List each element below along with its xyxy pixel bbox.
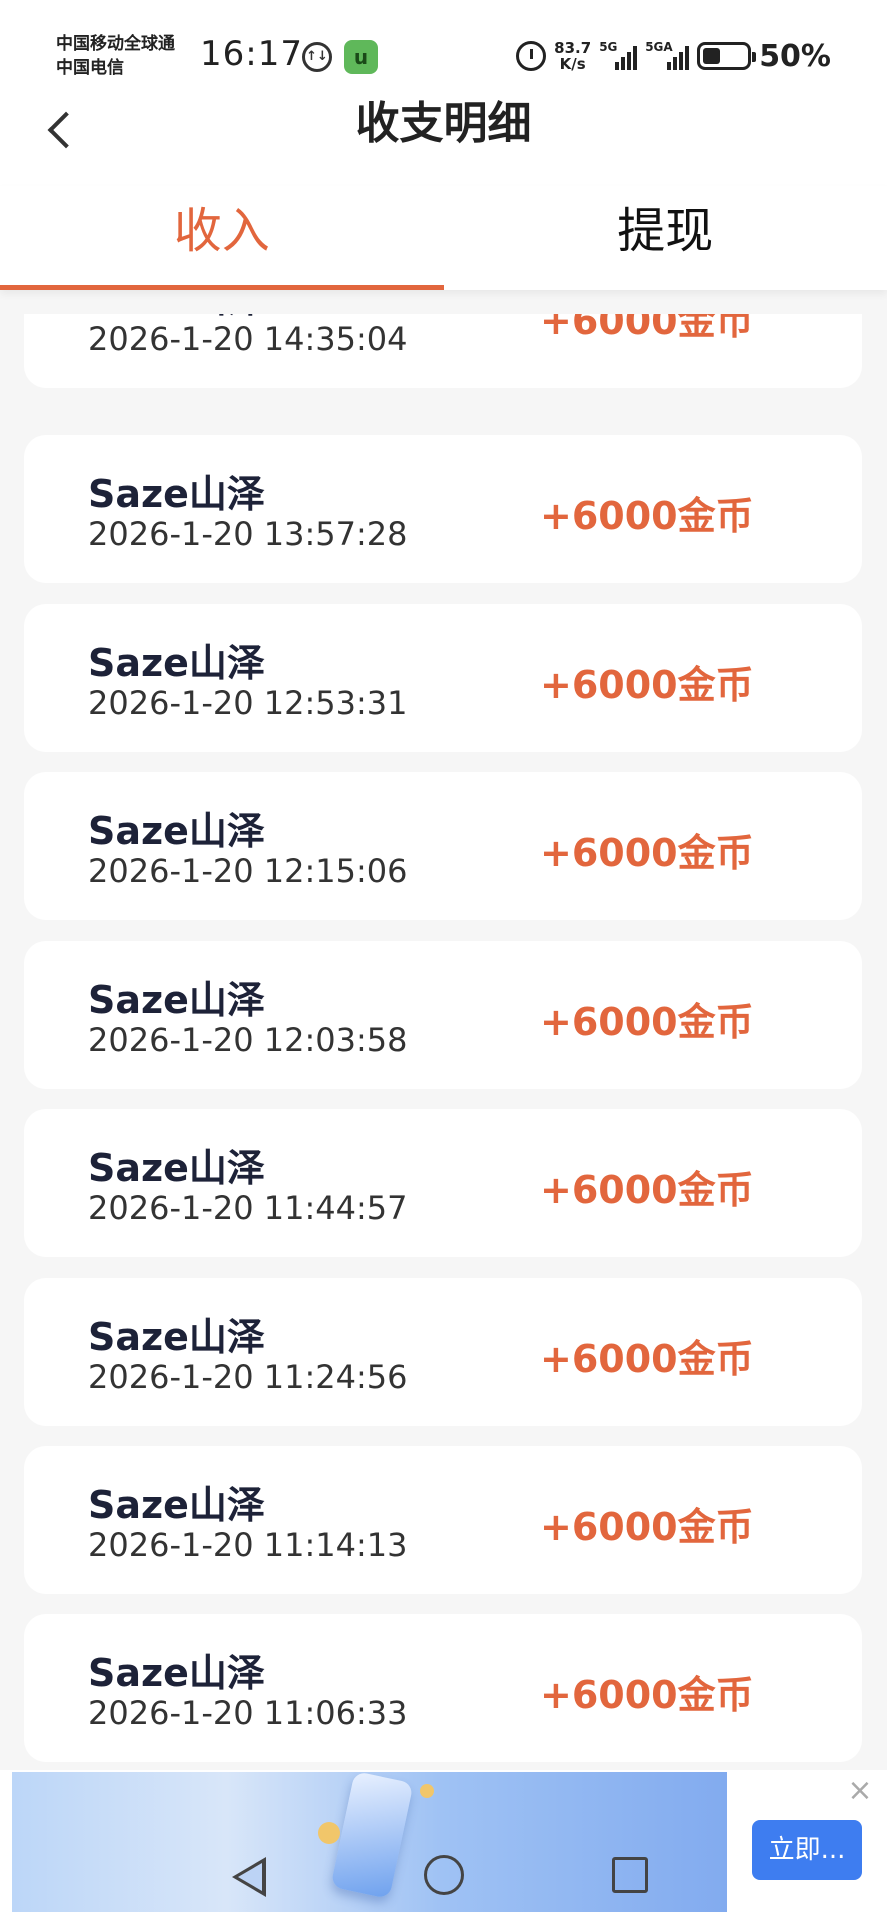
record-time: 2026-1-20 12:15:06	[88, 852, 408, 890]
coin-icon	[318, 1822, 340, 1844]
carrier-1: 中国移动全球通	[56, 34, 175, 54]
record-name: Saze山泽	[88, 809, 265, 853]
nav-recents-icon[interactable]	[612, 1857, 648, 1893]
record-card: Saze山泽 2026-1-20 14:35:04 +6000金币	[24, 314, 862, 388]
record-amount: +6000金币	[540, 1505, 754, 1549]
record-card: Saze山泽 2026-1-20 12:03:58 +6000金币	[24, 941, 862, 1089]
battery-percent: 50%	[759, 38, 831, 74]
record-amount: +6000金币	[540, 663, 754, 707]
record-amount: +6000金币	[540, 314, 754, 343]
battery-icon	[697, 42, 757, 70]
net-speed-value: 83.7	[554, 39, 592, 57]
tab-withdraw[interactable]: 提现	[444, 186, 887, 290]
record-name: Saze山泽	[88, 641, 265, 685]
app-notification-icon: u	[344, 40, 378, 74]
close-icon[interactable]: ×	[845, 1776, 875, 1806]
header: 收支明细	[0, 96, 887, 186]
record-name: Saze山泽	[88, 978, 265, 1022]
record-time: 2026-1-20 12:03:58	[88, 1021, 408, 1059]
record-card: Saze山泽 2026-1-20 11:06:33 +6000金币	[24, 1614, 862, 1762]
alarm-icon	[516, 41, 547, 71]
page-title: 收支明细	[355, 98, 532, 149]
record-name: Saze山泽	[88, 1483, 265, 1527]
record-time: 2026-1-20 13:57:28	[88, 515, 408, 553]
nav-home-icon[interactable]	[424, 1855, 464, 1895]
record-amount: +6000金币	[540, 1337, 754, 1381]
nav-back-icon[interactable]	[232, 1857, 266, 1897]
record-amount: +6000金币	[540, 1000, 754, 1044]
clock: 16:17	[200, 34, 303, 74]
record-name: Saze山泽	[88, 472, 265, 516]
record-amount: +6000金币	[540, 494, 754, 538]
coin-icon	[420, 1784, 434, 1798]
record-time: 2026-1-20 14:35:04	[88, 320, 408, 358]
carrier-2: 中国电信	[56, 58, 124, 78]
record-time: 2026-1-20 12:53:31	[88, 684, 408, 722]
signal-1-label: 5G	[599, 40, 618, 54]
record-time: 2026-1-20 11:06:33	[88, 1694, 408, 1732]
net-speed: 83.7 K/s	[554, 40, 591, 72]
tab-income[interactable]: 收入	[0, 186, 444, 290]
record-card: Saze山泽 2026-1-20 13:57:28 +6000金币	[24, 435, 862, 583]
net-speed-unit: K/s	[559, 55, 586, 73]
record-card: Saze山泽 2026-1-20 11:24:56 +6000金币	[24, 1278, 862, 1426]
status-bar: 中国移动全球通 中国电信 16:17 ↑↓ u 83.7 K/s 5G 5GA …	[0, 0, 887, 96]
signal-5ga-icon: 5GA	[645, 40, 690, 70]
record-card: Saze山泽 2026-1-20 12:15:06 +6000金币	[24, 772, 862, 920]
tab-bar: 收入 提现	[0, 186, 887, 290]
record-name: Saze山泽	[88, 1651, 265, 1695]
carrier-info: 中国移动全球通 中国电信	[56, 32, 175, 80]
record-amount: +6000金币	[540, 1673, 754, 1717]
record-name: Saze山泽	[88, 1146, 265, 1190]
system-nav-bar	[0, 1845, 887, 1920]
record-time: 2026-1-20 11:24:56	[88, 1358, 408, 1396]
data-saver-icon: ↑↓	[302, 42, 332, 72]
income-detail-page: 中国移动全球通 中国电信 16:17 ↑↓ u 83.7 K/s 5G 5GA …	[0, 0, 887, 1920]
record-time: 2026-1-20 11:14:13	[88, 1526, 408, 1564]
record-card: Saze山泽 2026-1-20 11:14:13 +6000金币	[24, 1446, 862, 1594]
signal-5g-icon: 5G	[599, 40, 638, 70]
status-icons: 83.7 K/s 5G 5GA 50%	[516, 36, 831, 76]
records-list[interactable]: Saze山泽 2026-1-20 14:35:04 +6000金币 Saze山泽…	[0, 314, 887, 1774]
record-card: Saze山泽 2026-1-20 11:44:57 +6000金币	[24, 1109, 862, 1257]
record-amount: +6000金币	[540, 831, 754, 875]
signal-2-label: 5GA	[645, 40, 673, 54]
record-amount: +6000金币	[540, 1168, 754, 1212]
record-name: Saze山泽	[88, 1315, 265, 1359]
record-card: Saze山泽 2026-1-20 12:53:31 +6000金币	[24, 604, 862, 752]
record-time: 2026-1-20 11:44:57	[88, 1189, 408, 1227]
